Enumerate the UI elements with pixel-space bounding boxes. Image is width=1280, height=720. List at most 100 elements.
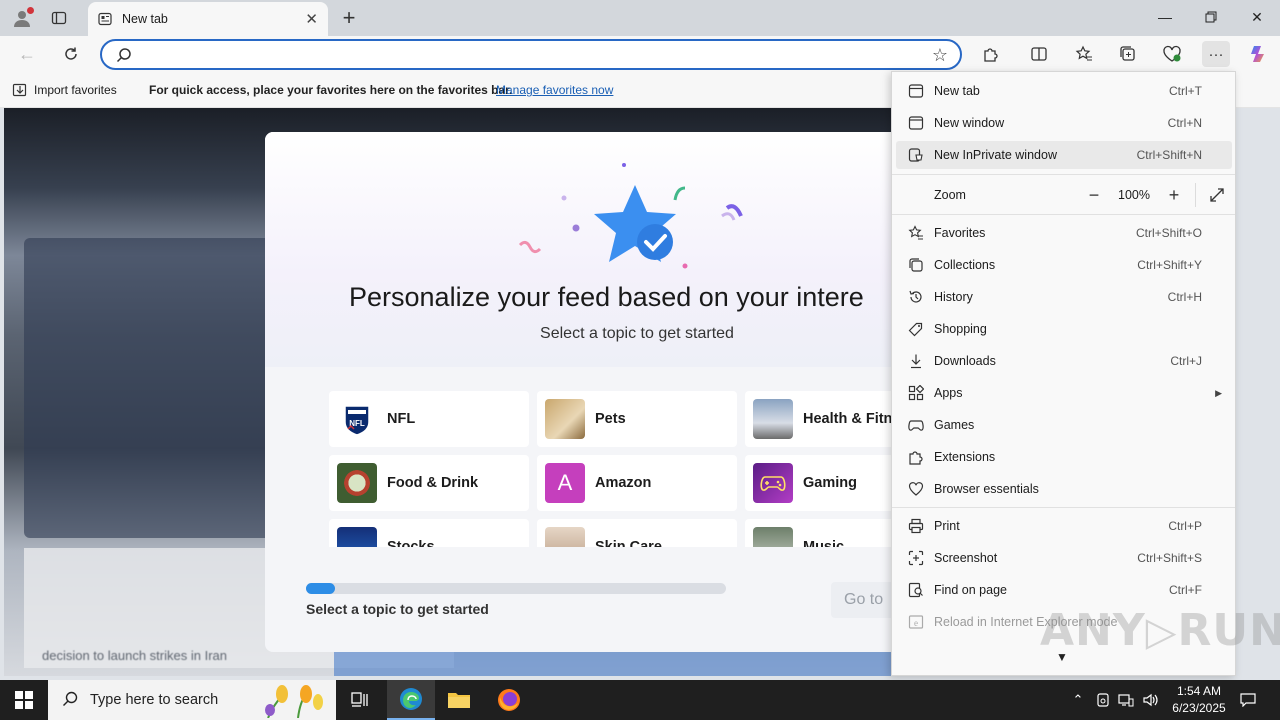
task-view-icon[interactable] [336, 680, 384, 720]
copilot-icon[interactable] [1244, 41, 1272, 67]
favorites-icon [898, 225, 934, 241]
menu-item-shopping[interactable]: Shopping [896, 315, 1232, 343]
menu-label: Print [934, 519, 960, 533]
split-screen-icon[interactable] [1025, 41, 1053, 67]
menu-label: History [934, 290, 973, 304]
device-icon[interactable] [1093, 680, 1113, 720]
import-favorites-button[interactable]: Import favorites [12, 82, 117, 98]
download-icon [898, 353, 934, 369]
menu-shortcut: Ctrl+F [1169, 583, 1202, 597]
music-photo-icon [753, 527, 793, 547]
topic-gaming[interactable]: Gaming [745, 455, 891, 511]
extensions-puzzle-icon[interactable] [977, 41, 1005, 67]
menu-label: Apps [934, 386, 963, 400]
show-hidden-icons-icon[interactable]: ⌃ [1068, 680, 1088, 720]
topic-music[interactable]: Music [745, 519, 891, 547]
menu-item-find-on-page[interactable]: Find on page Ctrl+F [896, 576, 1232, 604]
menu-item-favorites[interactable]: Favorites Ctrl+Shift+O [896, 219, 1232, 247]
menu-item-new-tab[interactable]: New tab Ctrl+T [896, 77, 1232, 105]
restore-icon[interactable] [1188, 0, 1234, 34]
menu-label: Find on page [934, 583, 1007, 597]
menu-item-extensions[interactable]: Extensions [896, 443, 1232, 471]
topic-label: Food & Drink [387, 475, 479, 491]
menu-item-history[interactable]: History Ctrl+H [896, 283, 1232, 311]
menu-divider [892, 174, 1235, 175]
menu-shortcut: Ctrl+Shift+N [1136, 148, 1202, 162]
fullscreen-expand-icon[interactable] [1202, 181, 1232, 209]
new-tab-icon [898, 83, 934, 99]
file-explorer-icon[interactable] [435, 680, 483, 720]
favorites-icon[interactable] [1070, 41, 1098, 67]
topic-label: NFL [387, 411, 416, 427]
menu-label: New window [934, 116, 1005, 130]
new-tab-button[interactable]: + [336, 5, 362, 31]
topic-label: Music [803, 539, 845, 547]
topic-amazon[interactable]: A Amazon [537, 455, 737, 511]
volume-icon[interactable] [1140, 680, 1162, 720]
manage-favorites-link[interactable]: Manage favorites now [496, 83, 613, 97]
go-to-feed-button[interactable]: Go to [831, 582, 891, 618]
tab-new-tab[interactable]: New tab ✕ [88, 2, 328, 36]
menu-item-browser-essentials[interactable]: Browser essentials [896, 475, 1232, 503]
zoom-out-button[interactable]: − [1079, 181, 1109, 209]
menu-label: Extensions [934, 450, 996, 464]
menu-label: Collections [934, 258, 996, 272]
menu-item-screenshot[interactable]: Screenshot Ctrl+Shift+S [896, 544, 1232, 572]
firefox-icon[interactable] [485, 680, 533, 720]
taskbar-clock[interactable]: 1:54 AM 6/23/2025 [1164, 683, 1234, 717]
nfl-logo-icon: NFL [337, 399, 377, 439]
close-tab-icon[interactable]: ✕ [305, 10, 318, 28]
settings-and-more-menu: New tab Ctrl+T New window Ctrl+N New InP… [891, 71, 1236, 676]
apps-icon [898, 385, 934, 401]
menu-label: New InPrivate window [934, 148, 1057, 162]
taskbar-search-box[interactable]: Type here to search [48, 680, 336, 720]
print-icon [898, 518, 934, 534]
import-favorites-label: Import favorites [34, 83, 117, 97]
topic-skin-care[interactable]: Skin Care [537, 519, 737, 547]
svg-text:e: e [914, 618, 918, 628]
browser-essentials-icon[interactable] [1158, 41, 1186, 67]
topic-pets[interactable]: Pets [537, 391, 737, 447]
menu-item-downloads[interactable]: Downloads Ctrl+J [896, 347, 1232, 375]
topic-food-drink[interactable]: Food & Drink [329, 455, 529, 511]
back-icon[interactable]: ← [12, 40, 42, 68]
address-bar[interactable]: ☆ [100, 39, 962, 70]
menu-divider [892, 214, 1235, 215]
menu-item-print[interactable]: Print Ctrl+P [896, 512, 1232, 540]
search-icon [116, 47, 132, 66]
topic-nfl[interactable]: NFL NFL [329, 391, 529, 447]
menu-shortcut: Ctrl+Shift+S [1137, 551, 1202, 565]
topic-health-fitness[interactable]: Health & Fitne [745, 391, 891, 447]
menu-item-new-inprivate-window[interactable]: New InPrivate window Ctrl+Shift+N [896, 141, 1232, 169]
profile-avatar-icon[interactable] [8, 4, 36, 32]
edge-browser-icon[interactable] [387, 680, 435, 720]
notifications-icon[interactable] [1236, 680, 1260, 720]
menu-item-new-window[interactable]: New window Ctrl+N [896, 109, 1232, 137]
menu-item-games[interactable]: Games [896, 411, 1232, 439]
topic-label: Gaming [803, 475, 857, 491]
zoom-label: Zoom [934, 188, 966, 202]
fitness-photo-icon [753, 399, 793, 439]
tab-actions-icon[interactable] [44, 4, 74, 32]
minimize-icon[interactable]: — [1142, 0, 1188, 34]
zoom-in-button[interactable]: + [1159, 181, 1189, 209]
refresh-icon[interactable] [56, 40, 86, 68]
topic-stocks[interactable]: Stocks [329, 519, 529, 547]
zoom-row: Zoom − 100% + [896, 180, 1232, 210]
close-window-icon[interactable]: ✕ [1234, 0, 1280, 34]
submenu-arrow-icon: ▶ [1215, 387, 1222, 398]
menu-item-apps[interactable]: Apps ▶ [896, 379, 1232, 407]
history-icon [898, 289, 934, 305]
zoom-value: 100% [1118, 188, 1150, 202]
windows-start-icon[interactable] [0, 680, 48, 720]
menu-shortcut: Ctrl+Shift+O [1135, 226, 1202, 240]
menu-shortcut: Ctrl+P [1168, 519, 1202, 533]
clock-date: 6/23/2025 [1172, 701, 1226, 715]
add-favorite-star-icon[interactable]: ☆ [932, 45, 948, 66]
network-icon[interactable] [1116, 680, 1136, 720]
menu-item-collections[interactable]: Collections Ctrl+Shift+Y [896, 251, 1232, 279]
inprivate-icon [898, 147, 934, 163]
address-input[interactable] [138, 45, 918, 65]
settings-and-more-icon[interactable]: ··· [1202, 41, 1230, 67]
collections-icon[interactable] [1114, 41, 1142, 67]
